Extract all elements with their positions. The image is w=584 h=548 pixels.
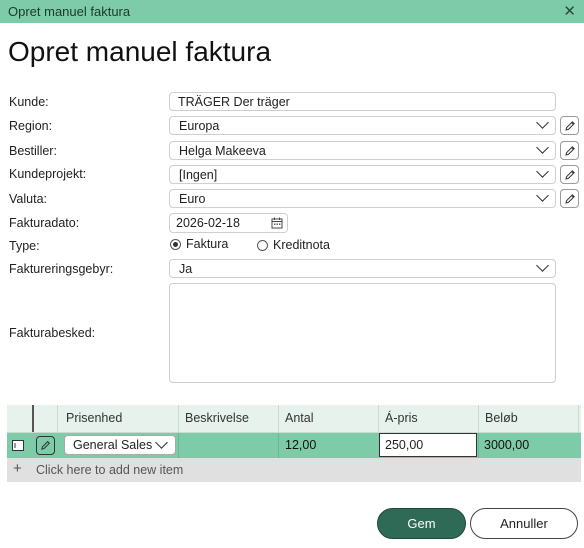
add-item-label: Click here to add new item: [36, 463, 184, 477]
col-prisenhed[interactable]: Prisenhed: [66, 411, 122, 425]
fakturagebyr-label: Faktureringsgebyr:: [9, 262, 114, 276]
kunde-value: TRÄGER Der träger: [178, 95, 290, 109]
fakturagebyr-value: Ja: [179, 262, 193, 276]
grid-divider: [578, 405, 579, 432]
pencil-icon: [564, 193, 575, 204]
edit-kundeprojekt-button[interactable]: [560, 165, 579, 184]
kundeprojekt-value: [Ingen]: [179, 168, 218, 182]
pencil-icon: [564, 169, 575, 180]
cell-belob: 3000,00: [484, 438, 530, 452]
region-value: Europa: [179, 119, 220, 133]
fakturadato-label: Fakturadato:: [9, 216, 80, 230]
chevron-down-icon: [536, 165, 549, 178]
page-title: Opret manuel faktura: [8, 36, 272, 67]
kundeprojekt-select[interactable]: [Ingen]: [169, 165, 556, 184]
prisenhed-value: General Sales: [73, 438, 153, 452]
region-label: Region:: [9, 119, 53, 133]
besked-textarea[interactable]: [169, 283, 556, 383]
pencil-icon: [564, 120, 575, 131]
prisenhed-select[interactable]: General Sales: [64, 435, 176, 455]
grid-divider: [57, 405, 58, 432]
apris-input[interactable]: 250,00: [379, 433, 477, 457]
title-bar: Opret manuel faktura ✕: [0, 0, 584, 23]
chevron-down-icon: [536, 189, 549, 202]
kundeprojekt-label: Kundeprojekt:: [9, 167, 87, 181]
valuta-select[interactable]: Euro: [169, 189, 556, 208]
window-title: Opret manuel faktura: [8, 4, 131, 19]
cancel-button[interactable]: Annuller: [470, 508, 578, 539]
chevron-down-icon: [536, 141, 549, 154]
edit-bestiller-button[interactable]: [560, 141, 579, 160]
fakturadato-input[interactable]: 2026-02-18: [169, 213, 288, 233]
grid-divider: [478, 405, 479, 432]
grid-divider: [178, 405, 179, 432]
valuta-label: Valuta:: [9, 192, 47, 206]
chevron-down-icon: [155, 436, 168, 449]
bestiller-label: Bestiller:: [9, 144, 57, 158]
fakturagebyr-select[interactable]: Ja: [169, 259, 556, 278]
chevron-down-icon: [536, 259, 549, 272]
radio-faktura-label: Faktura: [186, 237, 229, 251]
bestiller-select[interactable]: Helga Makeeva: [169, 141, 556, 160]
fakturadato-value: 2026-02-18: [176, 216, 240, 230]
calendar-icon[interactable]: [271, 217, 283, 229]
col-antal[interactable]: Antal: [285, 411, 314, 425]
kunde-label: Kunde:: [9, 95, 49, 109]
cell-antal[interactable]: 12,00: [285, 438, 316, 452]
radio-selected-icon: [170, 238, 181, 250]
pencil-icon: [41, 441, 50, 450]
besked-label: Fakturabesked:: [9, 326, 96, 340]
add-item-row[interactable]: + Click here to add new item: [7, 458, 581, 482]
radio-kreditnota-label: Kreditnota: [273, 238, 330, 252]
row-handle-icon[interactable]: [12, 440, 24, 451]
save-button[interactable]: Gem: [377, 508, 466, 539]
apris-value: 250,00: [385, 438, 424, 452]
kunde-field[interactable]: TRÄGER Der träger: [169, 92, 556, 111]
grid-divider: [178, 433, 179, 458]
col-beskrivelse[interactable]: Beskrivelse: [185, 411, 249, 425]
close-icon[interactable]: ✕: [563, 2, 576, 20]
grid-divider: [378, 405, 379, 432]
grid-divider: [278, 433, 279, 458]
col-belob[interactable]: Beløb: [485, 411, 518, 425]
plus-icon: +: [13, 460, 22, 477]
radio-kreditnota[interactable]: Kreditnota: [257, 238, 330, 252]
grid-divider: [32, 405, 34, 432]
type-label: Type:: [9, 239, 40, 253]
region-select[interactable]: Europa: [169, 116, 556, 135]
edit-row-button[interactable]: [36, 436, 55, 455]
grid-divider: [478, 433, 479, 458]
grid-divider: [278, 405, 279, 432]
edit-region-button[interactable]: [560, 116, 579, 135]
edit-valuta-button[interactable]: [560, 189, 579, 208]
bestiller-value: Helga Makeeva: [179, 144, 266, 158]
radio-unselected-icon: [257, 239, 268, 251]
col-apris[interactable]: Á-pris: [385, 411, 418, 425]
radio-faktura[interactable]: Faktura: [170, 237, 228, 251]
chevron-down-icon: [536, 116, 549, 129]
valuta-value: Euro: [179, 192, 206, 206]
pencil-icon: [564, 145, 575, 156]
grid-header: Prisenhed Beskrivelse Antal Á-pris Beløb: [7, 405, 581, 433]
